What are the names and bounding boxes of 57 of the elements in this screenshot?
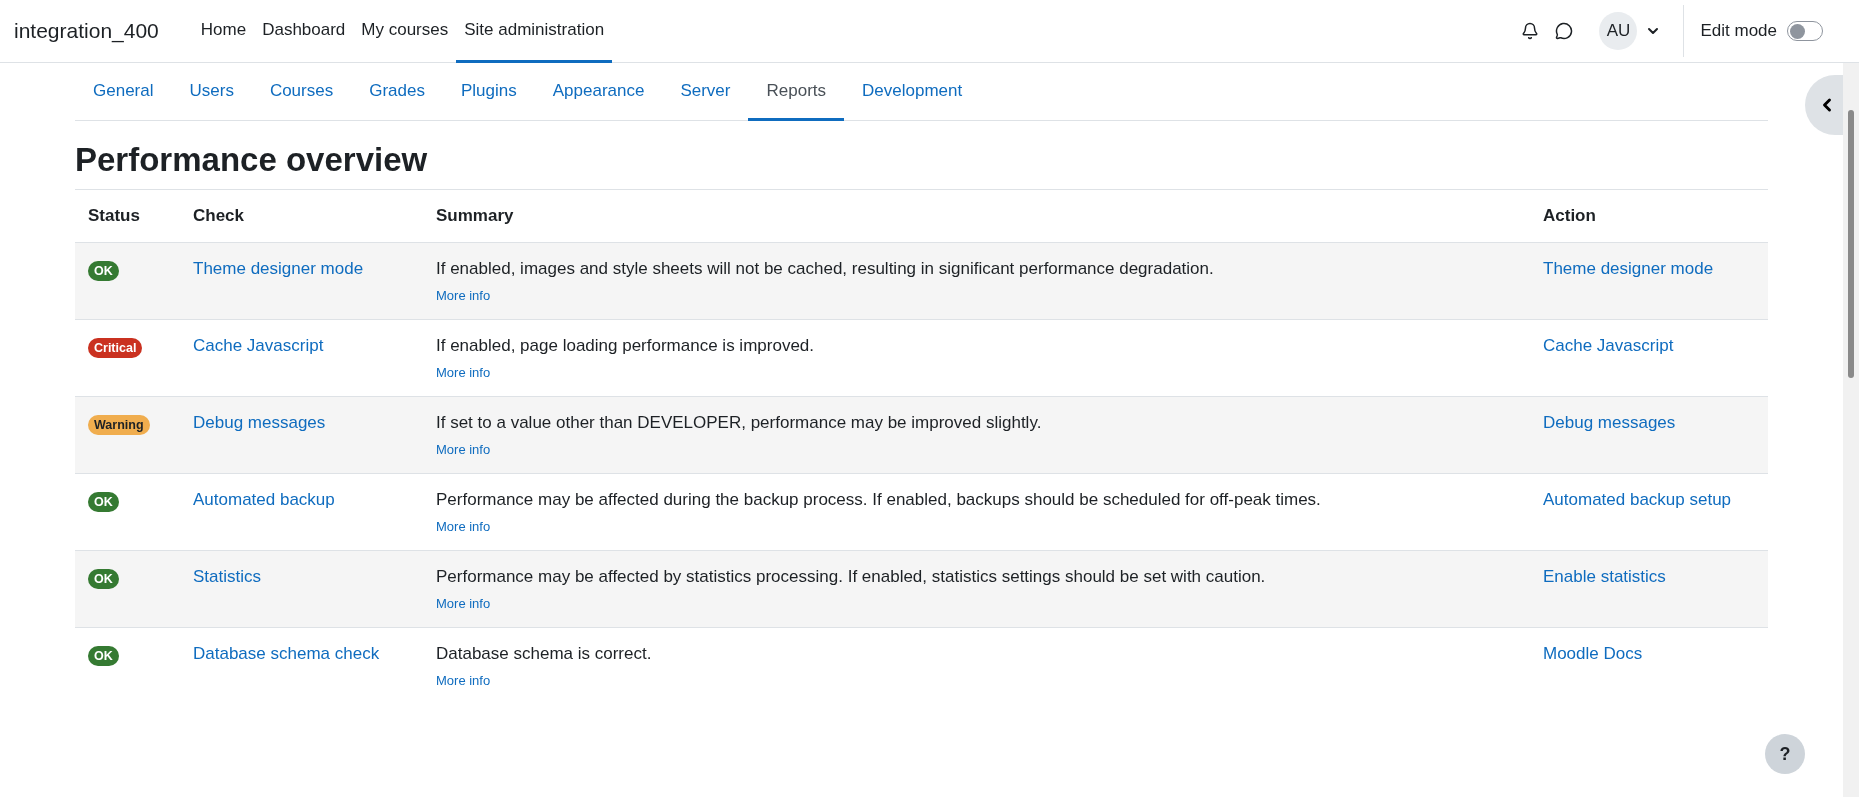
help-button[interactable]: ? bbox=[1765, 734, 1805, 774]
status-badge: OK bbox=[88, 261, 119, 281]
more-info-link[interactable]: More info bbox=[436, 365, 491, 380]
admin-tab[interactable]: Grades bbox=[351, 63, 443, 121]
column-header: Action bbox=[1530, 189, 1768, 243]
more-info-link[interactable]: More info bbox=[436, 673, 491, 688]
column-header: Check bbox=[180, 189, 423, 243]
nav-link[interactable]: Home bbox=[192, 0, 255, 63]
nav-link[interactable]: Dashboard bbox=[254, 0, 354, 63]
column-header: Summary bbox=[423, 189, 1530, 243]
notifications-icon[interactable] bbox=[1521, 22, 1540, 40]
summary-text: Database schema is correct. bbox=[436, 644, 653, 664]
user-avatar[interactable]: AU bbox=[1599, 12, 1638, 50]
drawer-toggle-button[interactable] bbox=[1805, 75, 1843, 135]
status-badge: Critical bbox=[88, 338, 143, 358]
summary-text: If enabled, page loading performance is improved. bbox=[436, 336, 815, 356]
nav-link[interactable]: Site administration bbox=[456, 0, 613, 63]
admin-tab[interactable]: General bbox=[75, 63, 172, 121]
admin-tab[interactable]: Server bbox=[662, 63, 749, 121]
summary-text: If enabled, images and style sheets will not be cached, resulting in significant performance degradation. bbox=[436, 259, 1215, 279]
action-link[interactable]: Enable statistics bbox=[1543, 567, 1666, 586]
admin-tab[interactable]: Appearance bbox=[534, 63, 663, 121]
check-link[interactable]: Automated backup bbox=[193, 490, 335, 509]
status-badge: OK bbox=[88, 646, 119, 666]
action-link[interactable]: Moodle Docs bbox=[1543, 644, 1643, 663]
admin-tab[interactable]: Development bbox=[844, 63, 981, 121]
summary-text: Performance may be affected by statistics processing. If enabled, statistics settings should be set with caution. bbox=[436, 567, 1267, 587]
more-info-link[interactable]: More info bbox=[436, 288, 491, 303]
status-badge: Warning bbox=[88, 415, 150, 435]
column-header: Status bbox=[75, 189, 180, 243]
summary-text: Performance may be affected during the backup process. If enabled, backups should be scheduled for off-peak times. bbox=[436, 490, 1322, 510]
check-link[interactable]: Database schema check bbox=[193, 644, 380, 663]
more-info-link[interactable]: More info bbox=[436, 442, 491, 457]
status-badge: OK bbox=[88, 492, 119, 512]
action-link[interactable]: Theme designer mode bbox=[1543, 259, 1714, 278]
action-link[interactable]: Cache Javascript bbox=[1543, 336, 1674, 355]
action-link[interactable]: Debug messages bbox=[1543, 413, 1676, 432]
page-title: Performance overview bbox=[75, 140, 429, 180]
more-info-link[interactable]: More info bbox=[436, 596, 491, 611]
admin-tab[interactable]: Courses bbox=[251, 63, 352, 121]
status-badge: OK bbox=[88, 569, 119, 589]
nav-link[interactable]: My courses bbox=[353, 0, 457, 63]
admin-tab[interactable]: Reports bbox=[748, 63, 844, 121]
messages-icon[interactable] bbox=[1555, 22, 1574, 40]
edit-mode-switch[interactable] bbox=[1787, 21, 1823, 41]
edit-mode-label: Edit mode bbox=[1700, 21, 1777, 41]
check-link[interactable]: Debug messages bbox=[193, 413, 326, 432]
action-link[interactable]: Automated backup setup bbox=[1543, 490, 1732, 509]
check-link[interactable]: Statistics bbox=[193, 567, 262, 586]
more-info-link[interactable]: More info bbox=[436, 519, 491, 534]
admin-tab[interactable]: Users bbox=[171, 63, 252, 121]
site-name[interactable]: integration_400 bbox=[14, 19, 159, 43]
scrollbar[interactable] bbox=[1843, 63, 1859, 797]
summary-text: If set to a value other than DEVELOPER, performance may be improved slightly. bbox=[436, 413, 1043, 433]
admin-tab[interactable]: Plugins bbox=[442, 63, 535, 121]
check-link[interactable]: Cache Javascript bbox=[193, 336, 324, 355]
check-link[interactable]: Theme designer mode bbox=[193, 259, 364, 278]
